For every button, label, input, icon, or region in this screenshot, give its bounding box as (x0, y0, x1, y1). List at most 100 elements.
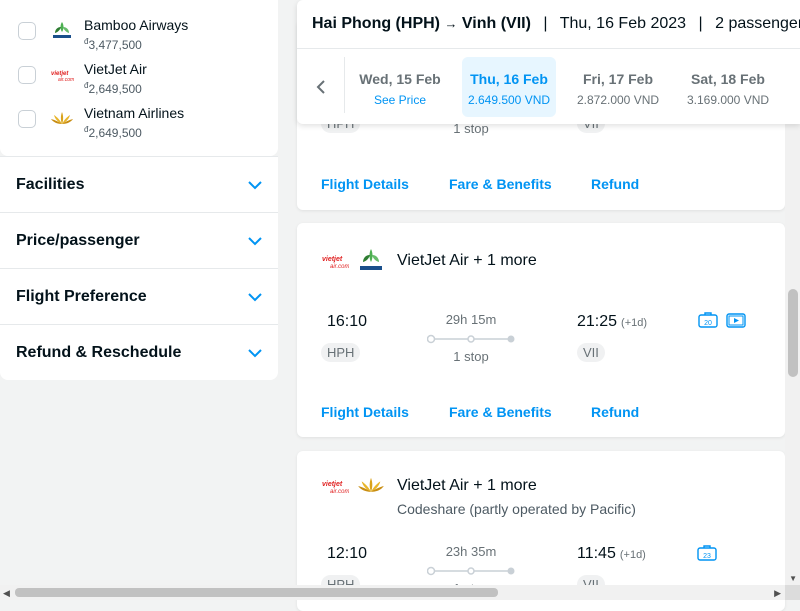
arrive-airport-code: VII (577, 343, 605, 362)
date-label: Fri, 17 Feb (582, 71, 654, 87)
airline-filter-bamboo[interactable]: Bamboo Airways đ3,477,500 (0, 12, 278, 56)
divider: | (543, 15, 548, 32)
fare-benefits-link[interactable]: Fare & Benefits (449, 404, 552, 420)
vietjet-logo: vietjetair.com (50, 65, 74, 85)
flight-details-link[interactable]: Flight Details (321, 176, 409, 192)
svg-text:vietjet: vietjet (322, 481, 343, 488)
chevron-down-icon[interactable] (248, 290, 262, 304)
svg-text:20: 20 (704, 320, 712, 327)
entertainment-icon (726, 313, 746, 328)
date-price: 2.872.000 VND (576, 93, 660, 107)
airline-filter-list: Bamboo Airways đ3,477,500 vietjet air.com… (0, 0, 278, 156)
depart-time: 12:10 (327, 545, 368, 562)
refund-link[interactable]: Refund (591, 404, 639, 420)
date-label: Sat, 18 Feb (691, 71, 765, 87)
airline-checkbox[interactable] (18, 110, 36, 128)
svg-text:air.com: air.com (58, 77, 74, 82)
flight-duration: 29h 15m (445, 312, 497, 327)
divider (344, 57, 345, 113)
airline-checkbox[interactable] (18, 22, 36, 40)
date-label: Wed, 15 Feb (359, 71, 441, 87)
bamboo-airways-logo (50, 21, 74, 41)
route-summary[interactable]: Hai Phong (HPH) → Vinh (VII) | Thu, 16 F… (312, 15, 800, 33)
svg-text:air.com: air.com (330, 489, 349, 494)
filter-facilities[interactable]: Facilities (0, 156, 278, 212)
date-option-selected[interactable]: Thu, 16 Feb 2.649.500 VND (462, 57, 556, 117)
depart-airport-code: HPH (321, 343, 361, 362)
svg-text:air.com: air.com (330, 264, 349, 269)
date-option[interactable]: Wed, 15 Feb See Price (353, 57, 447, 117)
airline-name: VietJet Air + 1 more (397, 477, 537, 494)
filter-label: Refund & Reschedule (16, 343, 182, 361)
filter-price-passenger[interactable]: Price/passenger (0, 212, 278, 268)
vietjet-logo: vietjetair.com (322, 481, 349, 494)
flight-details-link[interactable]: Flight Details (321, 404, 409, 420)
filter-label: Flight Preference (16, 287, 147, 305)
horizontal-scrollbar[interactable]: ◀ ▶ (0, 585, 785, 600)
date-price: 2.649.500 VND (467, 93, 551, 107)
airline-price: đ2,649,500 (84, 81, 142, 96)
arrive-time: 21:25 (+1d) (577, 313, 648, 330)
flight-card[interactable]: vietjet air.com VietJet Air + 1 more 16:1… (297, 223, 785, 437)
airline-name: Bamboo Airways (84, 17, 189, 33)
vietnam-airlines-logo (50, 109, 74, 129)
airline-checkbox[interactable] (18, 66, 36, 84)
passenger-count: 2 passengers (715, 15, 800, 32)
route-line (427, 566, 515, 576)
card-header: vietjet air.com VietJet Air + 1 more (321, 475, 537, 497)
card-header: vietjet air.com VietJet Air + 1 more (321, 247, 537, 275)
origin-city: Hai Phong (HPH) (312, 15, 440, 32)
airline-price: đ2,649,500 (84, 125, 142, 140)
scroll-down-arrow[interactable]: ▼ (789, 574, 797, 583)
scrollbar-thumb[interactable] (788, 289, 798, 377)
divider: | (698, 15, 703, 32)
filter-sidebar: Bamboo Airways đ3,477,500 vietjet air.com… (0, 0, 278, 380)
route-arrow: → (444, 16, 458, 31)
baggage-icon: 20 (698, 312, 718, 328)
stops-count: 1 stop (453, 349, 489, 364)
arrive-time: 11:45 (+1d) (577, 545, 646, 562)
fare-benefits-link[interactable]: Fare & Benefits (449, 176, 552, 192)
bamboo-airways-logo (360, 249, 382, 270)
airline-filter-vietnam-airlines[interactable]: Vietnam Airlines đ2,649,500 (0, 100, 278, 144)
search-summary-header: Hai Phong (HPH) → Vinh (VII) | Thu, 16 F… (297, 0, 800, 124)
search-date: Thu, 16 Feb 2023 (559, 15, 687, 32)
scrollbar-corner (785, 585, 800, 600)
chevron-down-icon[interactable] (248, 234, 262, 248)
chevron-down-icon[interactable] (248, 178, 262, 192)
date-option[interactable]: Fri, 17 Feb 2.872.000 VND (571, 57, 665, 117)
plus-day-label: (+1d) (619, 549, 646, 561)
scrollbar-thumb[interactable] (15, 588, 498, 597)
filter-label: Facilities (16, 175, 85, 193)
scroll-right-arrow[interactable]: ▶ (774, 588, 781, 599)
flight-duration: 23h 35m (445, 544, 497, 559)
date-selector: Wed, 15 Feb See Price Thu, 16 Feb 2.649.… (297, 48, 800, 124)
vietnam-airlines-logo (358, 477, 384, 492)
depart-time: 16:10 (327, 313, 368, 330)
svg-text:23: 23 (703, 553, 711, 560)
refund-link[interactable]: Refund (591, 176, 639, 192)
filter-sections: Facilities Price/passenger Flight Prefer… (0, 156, 278, 380)
chevron-left-icon (316, 80, 325, 94)
airline-name: VietJet Air (84, 61, 147, 77)
route-line (427, 334, 515, 344)
airline-name: Vietnam Airlines (84, 105, 185, 121)
airline-price: đ3,477,500 (84, 37, 142, 52)
date-option[interactable]: Sat, 18 Feb 3.169.000 VND (681, 57, 775, 117)
vietjet-logo: vietjetair.com (322, 256, 349, 269)
scroll-left-arrow[interactable]: ◀ (3, 588, 10, 599)
date-label: Thu, 16 Feb (470, 71, 548, 87)
baggage-icon: 23 (697, 545, 717, 561)
filter-refund-reschedule[interactable]: Refund & Reschedule (0, 324, 278, 380)
previous-dates-button[interactable] (307, 73, 335, 101)
svg-text:vietjet: vietjet (322, 256, 343, 263)
plus-day-label: (+1d) (621, 317, 648, 329)
airline-filter-vietjet[interactable]: vietjet air.com VietJet Air đ2,649,500 (0, 56, 278, 100)
airline-name: VietJet Air + 1 more (397, 252, 537, 269)
codeshare-note: Codeshare (partly operated by Pacific) (397, 501, 636, 517)
filter-label: Price/passenger (16, 231, 140, 249)
see-price-link[interactable]: See Price (353, 93, 447, 107)
date-price: 3.169.000 VND (686, 93, 770, 107)
filter-flight-preference[interactable]: Flight Preference (0, 268, 278, 324)
chevron-down-icon[interactable] (248, 346, 262, 360)
